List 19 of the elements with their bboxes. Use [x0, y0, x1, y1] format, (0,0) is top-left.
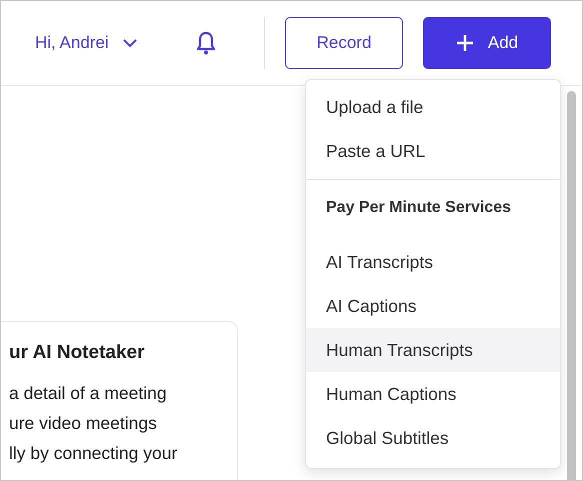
menu-item[interactable]: Human Captions — [306, 372, 560, 416]
menu-item[interactable]: Human Transcripts — [306, 328, 560, 372]
add-button[interactable]: Add — [423, 17, 551, 69]
chevron-down-icon[interactable] — [122, 38, 137, 48]
card-text: a detail of a meeting — [9, 382, 168, 405]
record-button[interactable]: Record — [285, 17, 403, 69]
menu-item[interactable]: Global Subtitles — [306, 416, 560, 460]
menu-item[interactable]: Paste a URL — [306, 129, 560, 173]
card-text: lly by connecting your — [9, 442, 178, 465]
card-title: ur AI Notetaker — [9, 342, 146, 364]
user-greeting[interactable]: Hi, Andrei — [35, 33, 109, 53]
plus-icon — [456, 34, 474, 52]
menu-item[interactable]: AI Transcripts — [306, 240, 560, 284]
card-text: ure video meetings — [9, 412, 158, 435]
menu-item[interactable]: Upload a file — [306, 85, 560, 129]
menu-section-heading: Pay Per Minute Services — [306, 179, 560, 240]
menu-item[interactable]: AI Captions — [306, 284, 560, 328]
bell-icon[interactable] — [196, 31, 216, 55]
scrollbar[interactable] — [567, 91, 576, 480]
